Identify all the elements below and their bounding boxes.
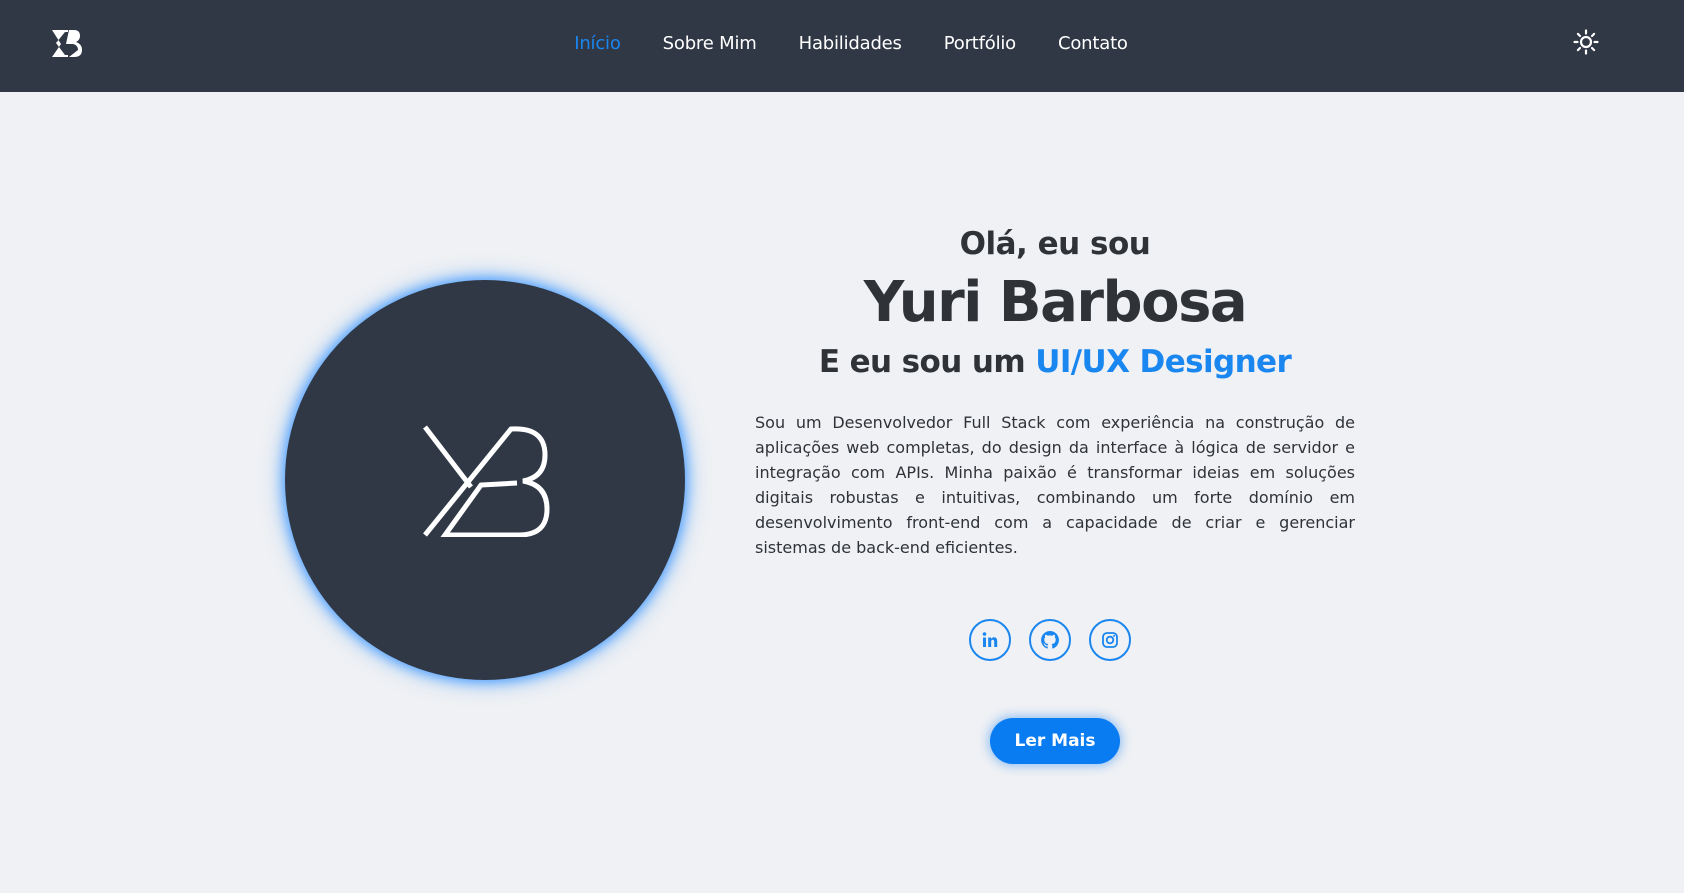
github-link[interactable] [1029, 619, 1071, 661]
hero-name: Yuri Barbosa [863, 270, 1248, 335]
social-links [969, 619, 1131, 661]
hero-role-highlight: UI/UX Designer [1035, 344, 1292, 380]
hero-role-prefix: E eu sou um [818, 344, 1036, 380]
instagram-icon [1102, 632, 1118, 648]
main-nav: Início Sobre Mim Habilidades Portfólio C… [0, 0, 1684, 86]
nav-item-habilidades[interactable]: Habilidades [799, 33, 902, 54]
hero-intro: Olá, eu sou Yuri Barbosa E eu sou um UI/… [755, 220, 1355, 560]
hero-bio: Sou um Desenvolvedor Full Stack com expe… [755, 413, 1355, 557]
read-more-button[interactable]: Ler Mais [990, 718, 1120, 764]
sun-icon[interactable] [1573, 29, 1599, 55]
site-header: Início Sobre Mim Habilidades Portfólio C… [0, 0, 1684, 92]
linkedin-link[interactable] [969, 619, 1011, 661]
hero-role: E eu sou um UI/UX Designer [755, 338, 1355, 386]
github-icon [1041, 631, 1059, 649]
yb-monogram-icon [423, 425, 550, 537]
nav-item-sobre-mim[interactable]: Sobre Mim [663, 33, 757, 54]
nav-item-portfolio[interactable]: Portfólio [944, 33, 1016, 54]
hero-greeting: Olá, eu sou [959, 226, 1151, 262]
instagram-link[interactable] [1089, 619, 1131, 661]
avatar [285, 280, 685, 680]
nav-item-inicio[interactable]: Início [574, 33, 621, 54]
nav-item-contato[interactable]: Contato [1058, 33, 1128, 54]
linkedin-icon [982, 632, 998, 647]
